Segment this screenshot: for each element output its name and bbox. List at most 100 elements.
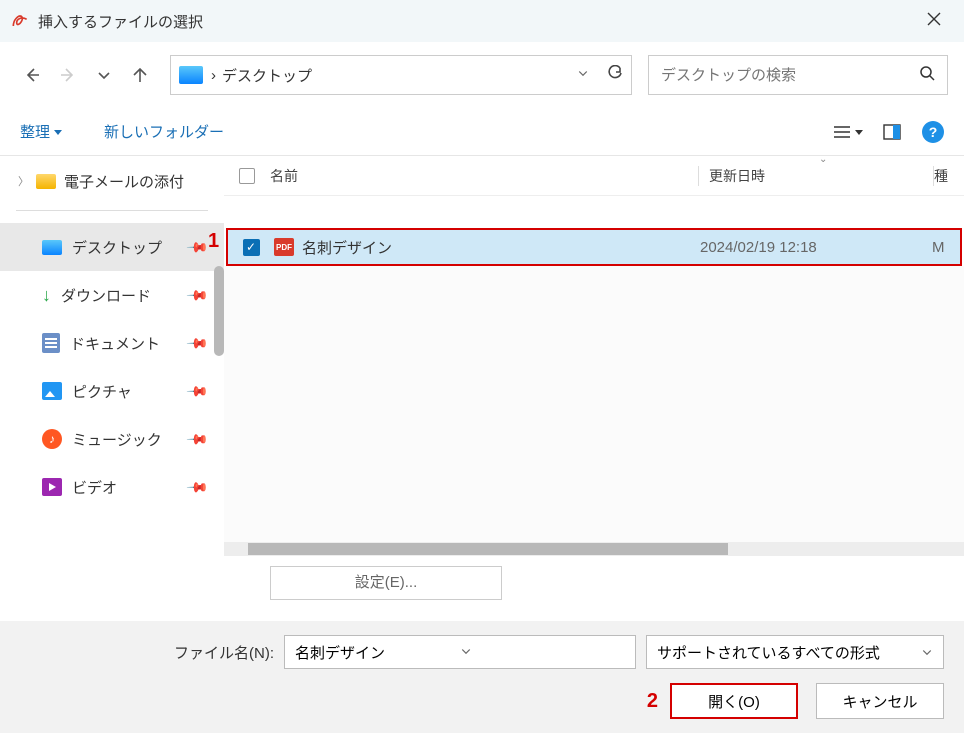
annotation-2: 2 bbox=[647, 690, 658, 713]
music-icon bbox=[42, 429, 62, 449]
sidebar-divider bbox=[16, 210, 208, 211]
filename-label: ファイル名(N): bbox=[174, 642, 274, 663]
crumb-sep: › bbox=[211, 67, 216, 84]
sidebar-item-label: ビデオ bbox=[72, 477, 117, 498]
filetype-select[interactable]: サポートされているすべての形式 bbox=[646, 635, 944, 669]
search-input[interactable] bbox=[661, 67, 919, 84]
list-icon bbox=[833, 125, 851, 139]
sort-indicator-icon: ⌄ bbox=[819, 154, 827, 165]
nav-row: › デスクトップ bbox=[0, 42, 964, 108]
chevron-down-icon bbox=[96, 67, 112, 83]
filetype-value: サポートされているすべての形式 bbox=[657, 642, 921, 663]
main-area: 〉 電子メールの添付 デスクトップ 📌 ↓ ダウンロード 📌 ドキュメント 📌 … bbox=[0, 156, 964, 556]
preview-pane-button[interactable] bbox=[874, 118, 910, 146]
sidebar-item-label: ミュージック bbox=[72, 429, 162, 450]
recent-dropdown[interactable] bbox=[88, 59, 120, 91]
sidebar-item-label: ピクチャ bbox=[72, 381, 132, 402]
file-row[interactable]: ✓ PDF 名刺デザイン 2024/02/19 12:18 M bbox=[226, 228, 962, 266]
file-list: 名前 ⌄ 更新日時 種 1 ✓ PDF 名刺デザイン 2024/02/19 12… bbox=[224, 156, 964, 556]
chevron-down-icon bbox=[577, 67, 589, 79]
organize-label: 整理 bbox=[20, 121, 50, 142]
sidebar-item-pictures[interactable]: ピクチャ 📌 bbox=[0, 367, 224, 415]
search-box[interactable] bbox=[648, 55, 948, 95]
filename-dropdown[interactable] bbox=[460, 644, 625, 661]
folder-icon bbox=[36, 174, 56, 189]
sidebar-item-documents[interactable]: ドキュメント 📌 bbox=[0, 319, 224, 367]
tree-node-email-attachments[interactable]: 〉 電子メールの添付 bbox=[0, 164, 224, 198]
back-button[interactable] bbox=[16, 59, 48, 91]
file-type: M bbox=[932, 239, 960, 256]
cancel-button[interactable]: キャンセル bbox=[816, 683, 944, 719]
file-name: 名刺デザイン bbox=[302, 237, 700, 258]
sidebar-item-videos[interactable]: ビデオ 📌 bbox=[0, 463, 224, 511]
pin-icon: 📌 bbox=[185, 235, 209, 259]
open-button[interactable]: 開く(O) bbox=[670, 683, 798, 719]
sidebar-item-downloads[interactable]: ↓ ダウンロード 📌 bbox=[0, 271, 224, 319]
document-icon bbox=[42, 333, 60, 353]
caret-down-icon bbox=[855, 128, 863, 136]
app-icon bbox=[10, 11, 30, 31]
view-mode-button[interactable] bbox=[830, 118, 866, 146]
sidebar: 〉 電子メールの添付 デスクトップ 📌 ↓ ダウンロード 📌 ドキュメント 📌 … bbox=[0, 156, 224, 556]
titlebar: 挿入するファイルの選択 bbox=[0, 0, 964, 42]
help-button[interactable]: ? bbox=[922, 121, 944, 143]
caret-down-icon bbox=[54, 128, 62, 136]
chevron-down-icon bbox=[921, 646, 933, 658]
chevron-down-icon bbox=[460, 645, 472, 657]
organize-menu[interactable]: 整理 bbox=[20, 121, 62, 142]
pin-icon: 📌 bbox=[185, 427, 209, 451]
pdf-file-icon: PDF bbox=[274, 238, 294, 256]
row-checkbox[interactable]: ✓ bbox=[243, 239, 260, 256]
filename-value: 名刺デザイン bbox=[295, 642, 460, 663]
sidebar-item-desktop[interactable]: デスクトップ 📌 bbox=[0, 223, 224, 271]
sidebar-scrollbar[interactable] bbox=[214, 266, 224, 356]
column-date-label: 更新日時 bbox=[709, 168, 765, 184]
download-icon: ↓ bbox=[42, 285, 51, 306]
tree-node-label: 電子メールの添付 bbox=[64, 171, 184, 192]
video-icon bbox=[42, 478, 62, 496]
file-date: 2024/02/19 12:18 bbox=[700, 239, 932, 256]
up-button[interactable] bbox=[124, 59, 156, 91]
scrollbar-thumb[interactable] bbox=[248, 543, 728, 555]
annotation-1: 1 bbox=[208, 230, 219, 253]
column-name[interactable]: 名前 bbox=[270, 166, 698, 186]
arrow-left-icon bbox=[24, 67, 40, 83]
picture-icon bbox=[42, 382, 62, 400]
column-type[interactable]: 種 bbox=[934, 166, 964, 186]
list-header: 名前 ⌄ 更新日時 種 bbox=[224, 156, 964, 196]
sidebar-item-label: デスクトップ bbox=[72, 237, 162, 258]
sidebar-item-label: ダウンロード bbox=[61, 285, 151, 306]
address-bar[interactable]: › デスクトップ bbox=[170, 55, 632, 95]
address-dropdown[interactable] bbox=[577, 66, 589, 84]
dialog-title: 挿入するファイルの選択 bbox=[38, 11, 914, 32]
pin-icon: 📌 bbox=[185, 331, 209, 355]
arrow-up-icon bbox=[132, 67, 148, 83]
close-icon bbox=[926, 11, 942, 27]
forward-button[interactable] bbox=[52, 59, 84, 91]
sidebar-item-music[interactable]: ミュージック 📌 bbox=[0, 415, 224, 463]
breadcrumb: › デスクトップ bbox=[211, 65, 577, 86]
pin-icon: 📌 bbox=[185, 475, 209, 499]
chevron-right-icon: 〉 bbox=[18, 173, 28, 189]
desktop-icon bbox=[42, 240, 62, 255]
select-all-checkbox[interactable] bbox=[239, 168, 255, 184]
refresh-button[interactable] bbox=[607, 65, 623, 86]
column-date[interactable]: ⌄ 更新日時 bbox=[699, 166, 933, 186]
filename-input[interactable]: 名刺デザイン bbox=[284, 635, 636, 669]
horizontal-scrollbar[interactable] bbox=[224, 542, 964, 556]
list-empty-area[interactable] bbox=[224, 266, 964, 542]
refresh-icon bbox=[607, 65, 623, 81]
pin-icon: 📌 bbox=[185, 379, 209, 403]
bottom-bar: ファイル名(N): 名刺デザイン サポートされているすべての形式 2 開く(O)… bbox=[0, 621, 964, 733]
desktop-folder-icon bbox=[179, 66, 203, 84]
settings-row: 設定(E)... bbox=[0, 556, 964, 610]
settings-button[interactable]: 設定(E)... bbox=[270, 566, 502, 600]
crumb-location[interactable]: デスクトップ bbox=[222, 65, 312, 86]
search-icon[interactable] bbox=[919, 65, 935, 86]
preview-pane-icon bbox=[883, 124, 901, 140]
pin-icon: 📌 bbox=[185, 283, 209, 307]
arrow-right-icon bbox=[60, 67, 76, 83]
close-button[interactable] bbox=[914, 11, 954, 32]
new-folder-button[interactable]: 新しいフォルダー bbox=[104, 121, 224, 142]
sidebar-item-label: ドキュメント bbox=[70, 333, 160, 354]
